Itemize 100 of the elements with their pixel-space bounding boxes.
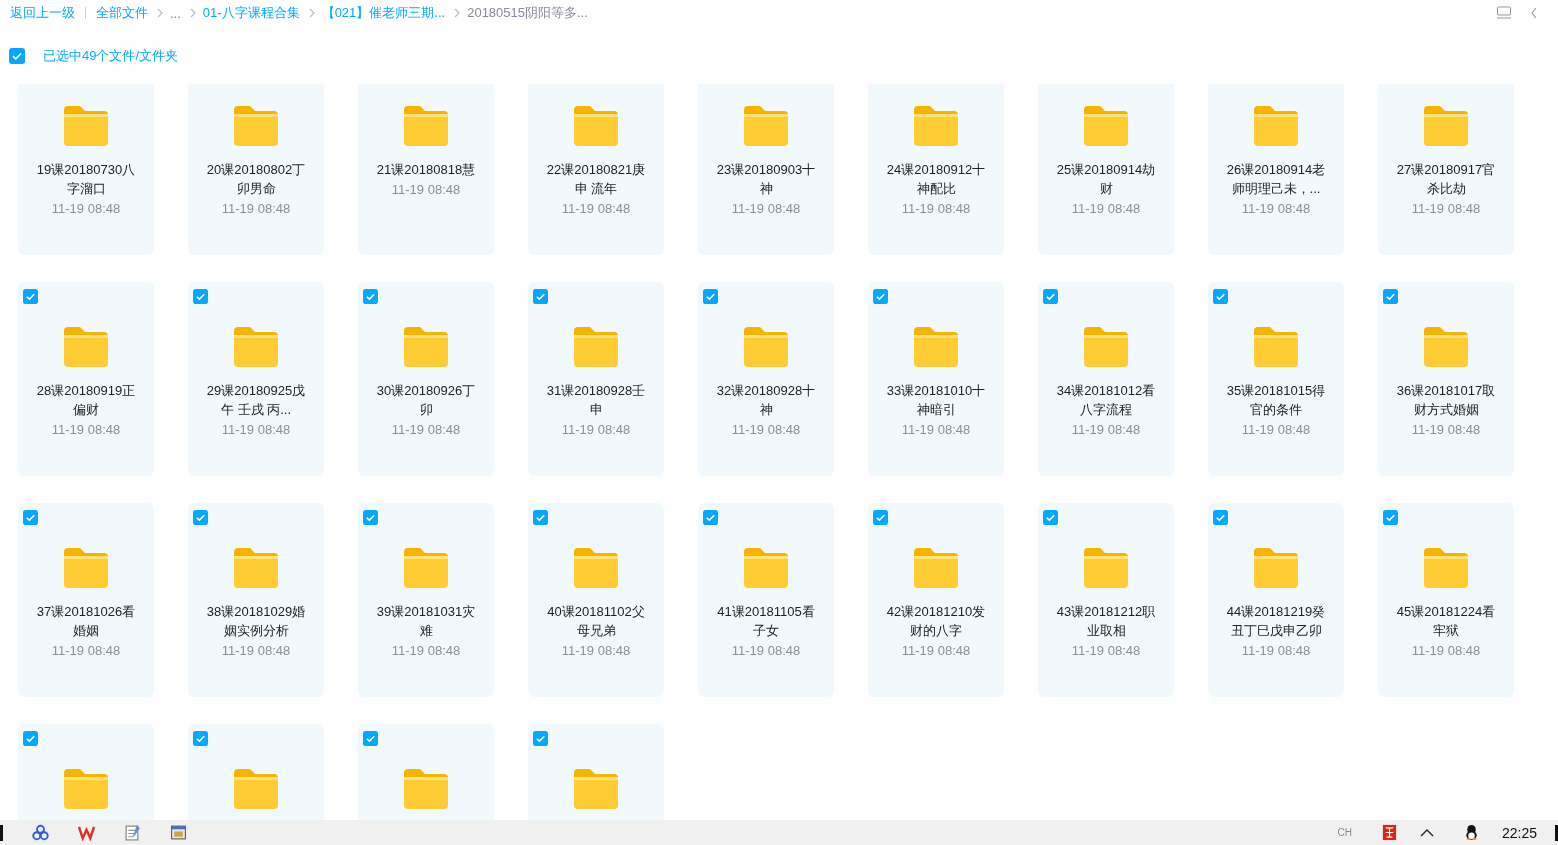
file-date: 11-19 08:48 bbox=[51, 422, 121, 437]
folder-card[interactable]: 21课20180818慧 11-19 08:48 bbox=[358, 84, 494, 255]
file-date: 11-19 08:48 bbox=[1071, 643, 1141, 658]
monitor-icon[interactable] bbox=[1496, 6, 1512, 20]
file-name: 26课20180914老师明理己未，... bbox=[1225, 161, 1327, 198]
folder-card[interactable]: 41课20181105看子女 11-19 08:48 bbox=[698, 503, 834, 697]
folder-icon bbox=[742, 546, 790, 590]
notepad-icon[interactable] bbox=[124, 824, 141, 841]
caret-up-icon[interactable] bbox=[1419, 827, 1434, 838]
folder-card[interactable]: 32课20180928十神 11-19 08:48 bbox=[698, 282, 834, 476]
folder-card[interactable]: 40课20181102父母兄弟 11-19 08:48 bbox=[528, 503, 664, 697]
breadcrumb-link[interactable]: 20180515阴阳等多... bbox=[467, 4, 588, 22]
checkbox[interactable] bbox=[533, 510, 548, 525]
folder-card[interactable]: 38课20181029婚姻实例分析 11-19 08:48 bbox=[188, 503, 324, 697]
checkbox[interactable] bbox=[23, 731, 38, 746]
folder-icon bbox=[1422, 325, 1470, 369]
folder-icon bbox=[232, 325, 280, 369]
folder-icon bbox=[1422, 546, 1470, 590]
folder-card[interactable]: 19课20180730八字溜口 11-19 08:48 bbox=[18, 84, 154, 255]
folder-icon bbox=[1082, 546, 1130, 590]
checkbox[interactable] bbox=[1043, 289, 1058, 304]
checkbox[interactable] bbox=[1213, 289, 1228, 304]
checkbox[interactable] bbox=[1383, 289, 1398, 304]
folder-card[interactable]: 30课20180926丁卯 11-19 08:48 bbox=[358, 282, 494, 476]
checkbox[interactable] bbox=[193, 289, 208, 304]
folder-icon bbox=[1252, 546, 1300, 590]
file-date: 11-19 08:48 bbox=[731, 643, 801, 658]
folder-card[interactable]: 44课20181219癸丑丁巳戊申乙卯 11-19 08:48 bbox=[1208, 503, 1344, 697]
file-date: 11-19 08:48 bbox=[51, 201, 121, 216]
checkbox[interactable] bbox=[703, 510, 718, 525]
checkbox[interactable] bbox=[193, 510, 208, 525]
folder-card[interactable]: 42课20181210发财的八字 11-19 08:48 bbox=[868, 503, 1004, 697]
folder-icon bbox=[742, 325, 790, 369]
seal-icon[interactable] bbox=[1380, 824, 1398, 841]
folder-card[interactable]: 23课20180903十神 11-19 08:48 bbox=[698, 84, 834, 255]
folder-card[interactable]: 39课20181031灾难 11-19 08:48 bbox=[358, 503, 494, 697]
checkbox[interactable] bbox=[533, 731, 548, 746]
file-date: 11-19 08:48 bbox=[221, 201, 291, 216]
file-date: 11-19 08:48 bbox=[1071, 201, 1141, 216]
checkbox[interactable] bbox=[533, 289, 548, 304]
window-icon[interactable] bbox=[170, 824, 187, 841]
folder-icon bbox=[62, 767, 110, 811]
folder-icon bbox=[402, 767, 450, 811]
checkbox[interactable] bbox=[1043, 510, 1058, 525]
file-date: 11-19 08:48 bbox=[561, 422, 631, 437]
folder-card[interactable]: 37课20181026看婚姻 11-19 08:48 bbox=[18, 503, 154, 697]
checkbox[interactable] bbox=[1213, 510, 1228, 525]
checkbox[interactable] bbox=[23, 510, 38, 525]
file-name: 24课20180912十神配比 bbox=[885, 161, 987, 198]
folder-card[interactable]: 27课20180917官杀比劫 11-19 08:48 bbox=[1378, 84, 1514, 255]
folder-icon bbox=[62, 104, 110, 148]
select-all-checkbox[interactable] bbox=[9, 48, 25, 64]
file-date: 11-19 08:48 bbox=[1411, 422, 1481, 437]
file-name: 43课20181212职业取相 bbox=[1055, 603, 1157, 640]
checkbox[interactable] bbox=[23, 289, 38, 304]
folder-card[interactable]: 35课20181015得官的条件 11-19 08:48 bbox=[1208, 282, 1344, 476]
folder-card[interactable]: 22课20180821庚申 流年 11-19 08:48 bbox=[528, 84, 664, 255]
file-date: 11-19 08:48 bbox=[901, 422, 971, 437]
file-name: 33课20181010十神暗引 bbox=[885, 382, 987, 419]
folder-card[interactable]: 24课20180912十神配比 11-19 08:48 bbox=[868, 84, 1004, 255]
file-name: 32课20180928十神 bbox=[715, 382, 817, 419]
folder-icon bbox=[912, 325, 960, 369]
folder-icon bbox=[572, 546, 620, 590]
checkbox[interactable] bbox=[873, 289, 888, 304]
file-name: 19课20180730八字溜口 bbox=[35, 161, 137, 198]
checkbox[interactable] bbox=[1383, 510, 1398, 525]
checkbox[interactable] bbox=[363, 731, 378, 746]
folder-card[interactable]: 33课20181010十神暗引 11-19 08:48 bbox=[868, 282, 1004, 476]
checkbox[interactable] bbox=[363, 289, 378, 304]
folder-card[interactable]: 28课20180919正偏财 11-19 08:48 bbox=[18, 282, 154, 476]
folder-icon bbox=[1252, 104, 1300, 148]
checkbox[interactable] bbox=[193, 731, 208, 746]
chevron-left-icon[interactable] bbox=[1530, 7, 1538, 19]
file-name: 28课20180919正偏财 bbox=[35, 382, 137, 419]
folder-card[interactable]: 34课20181012看八字流程 11-19 08:48 bbox=[1038, 282, 1174, 476]
file-name: 45课20181224看牢狱 bbox=[1395, 603, 1497, 640]
file-date: 11-19 08:48 bbox=[561, 643, 631, 658]
folder-icon bbox=[1252, 325, 1300, 369]
checkbox[interactable] bbox=[873, 510, 888, 525]
folder-card[interactable]: 45课20181224看牢狱 11-19 08:48 bbox=[1378, 503, 1514, 697]
checkbox[interactable] bbox=[703, 289, 718, 304]
file-date: 11-19 08:48 bbox=[731, 201, 801, 216]
file-name: 20课20180802丁卯男命 bbox=[205, 161, 307, 198]
folder-card[interactable]: 25课20180914劫财 11-19 08:48 bbox=[1038, 84, 1174, 255]
folder-card[interactable]: 31课20180928壬申 11-19 08:48 bbox=[528, 282, 664, 476]
file-name: 34课20181012看八字流程 bbox=[1055, 382, 1157, 419]
chevron-icon bbox=[188, 8, 197, 18]
file-name: 22课20180821庚申 流年 bbox=[545, 161, 647, 198]
clock[interactable]: 22:25 bbox=[1501, 824, 1537, 841]
folder-card[interactable]: 20课20180802丁卯男命 11-19 08:48 bbox=[188, 84, 324, 255]
folder-card[interactable]: 43课20181212职业取相 11-19 08:48 bbox=[1038, 503, 1174, 697]
folder-card[interactable]: 29课20180925戊午 壬戌 丙... 11-19 08:48 bbox=[188, 282, 324, 476]
w-logo-icon[interactable] bbox=[78, 824, 95, 841]
folder-icon bbox=[912, 546, 960, 590]
folder-card[interactable]: 36课20181017取财方式婚姻 11-19 08:48 bbox=[1378, 282, 1514, 476]
cluster-icon[interactable] bbox=[32, 824, 49, 841]
folder-card[interactable]: 26课20180914老师明理己未，... 11-19 08:48 bbox=[1208, 84, 1344, 255]
checkbox[interactable] bbox=[363, 510, 378, 525]
file-date: 11-19 08:48 bbox=[221, 643, 291, 658]
chevron-icon bbox=[156, 8, 164, 18]
